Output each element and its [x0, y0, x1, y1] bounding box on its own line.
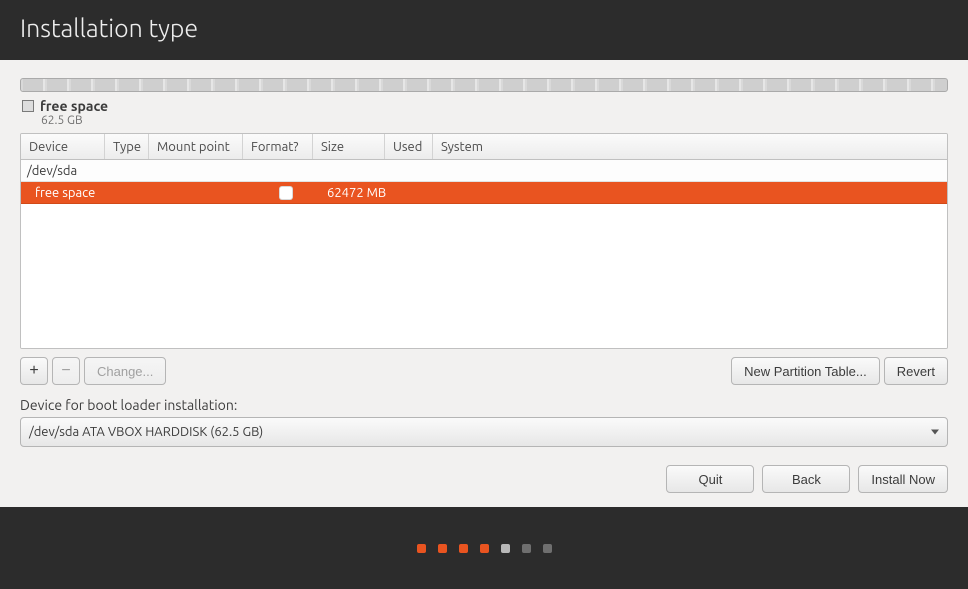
- col-header-type[interactable]: Type: [105, 134, 149, 159]
- bootloader-label: Device for boot loader installation:: [20, 397, 948, 413]
- add-partition-button[interactable]: +: [20, 357, 48, 385]
- progress-dot-6: [522, 544, 531, 553]
- cell-parent-device: /dev/sda: [21, 164, 83, 178]
- revert-button[interactable]: Revert: [884, 357, 948, 385]
- bootloader-device-value: /dev/sda ATA VBOX HARDDISK (62.5 GB): [29, 425, 263, 439]
- quit-button[interactable]: Quit: [666, 465, 754, 493]
- table-body: /dev/sda free space 62472 MB: [21, 160, 947, 348]
- table-header-row: Device Type Mount point Format? Size Use…: [21, 134, 947, 160]
- partition-toolbar: + − Change... New Partition Table... Rev…: [20, 357, 948, 385]
- col-header-used[interactable]: Used: [385, 134, 433, 159]
- col-header-format[interactable]: Format?: [243, 134, 313, 159]
- cell-child-device: free space: [29, 186, 113, 200]
- col-header-system[interactable]: System: [433, 134, 947, 159]
- disk-usage-bar[interactable]: [20, 78, 948, 92]
- wizard-progress-footer: [0, 507, 968, 589]
- partition-table: Device Type Mount point Format? Size Use…: [20, 133, 948, 349]
- remove-partition-button[interactable]: −: [52, 357, 80, 385]
- progress-dot-1: [417, 544, 426, 553]
- cell-child-size: 62472 MB: [321, 186, 393, 200]
- install-now-button[interactable]: Install Now: [858, 465, 948, 493]
- progress-dot-7: [543, 544, 552, 553]
- disk-legend: free space 62.5 GB: [20, 98, 948, 133]
- page-header: Installation type: [0, 0, 968, 60]
- col-header-device[interactable]: Device: [21, 134, 105, 159]
- change-partition-button[interactable]: Change...: [84, 357, 166, 385]
- progress-dot-3: [459, 544, 468, 553]
- wizard-actions: Quit Back Install Now: [20, 465, 948, 493]
- legend-swatch-freespace: [22, 100, 34, 112]
- progress-dot-4: [480, 544, 489, 553]
- progress-dot-5: [501, 544, 510, 553]
- chevron-down-icon: [931, 430, 939, 435]
- bootloader-device-combo[interactable]: /dev/sda ATA VBOX HARDDISK (62.5 GB): [20, 417, 948, 447]
- new-partition-table-button[interactable]: New Partition Table...: [731, 357, 880, 385]
- table-row-parent[interactable]: /dev/sda: [21, 160, 947, 182]
- format-checkbox[interactable]: [279, 186, 293, 200]
- progress-dot-2: [438, 544, 447, 553]
- table-row-selected[interactable]: free space 62472 MB: [21, 182, 947, 204]
- content-area: free space 62.5 GB Device Type Mount poi…: [0, 60, 968, 507]
- legend-text: free space 62.5 GB: [40, 98, 108, 127]
- legend-title: free space: [40, 98, 108, 114]
- back-button[interactable]: Back: [762, 465, 850, 493]
- col-header-size[interactable]: Size: [313, 134, 385, 159]
- page-title: Installation type: [20, 14, 198, 42]
- col-header-mount[interactable]: Mount point: [149, 134, 243, 159]
- cell-child-format[interactable]: [251, 186, 321, 200]
- legend-subtitle: 62.5 GB: [40, 114, 108, 127]
